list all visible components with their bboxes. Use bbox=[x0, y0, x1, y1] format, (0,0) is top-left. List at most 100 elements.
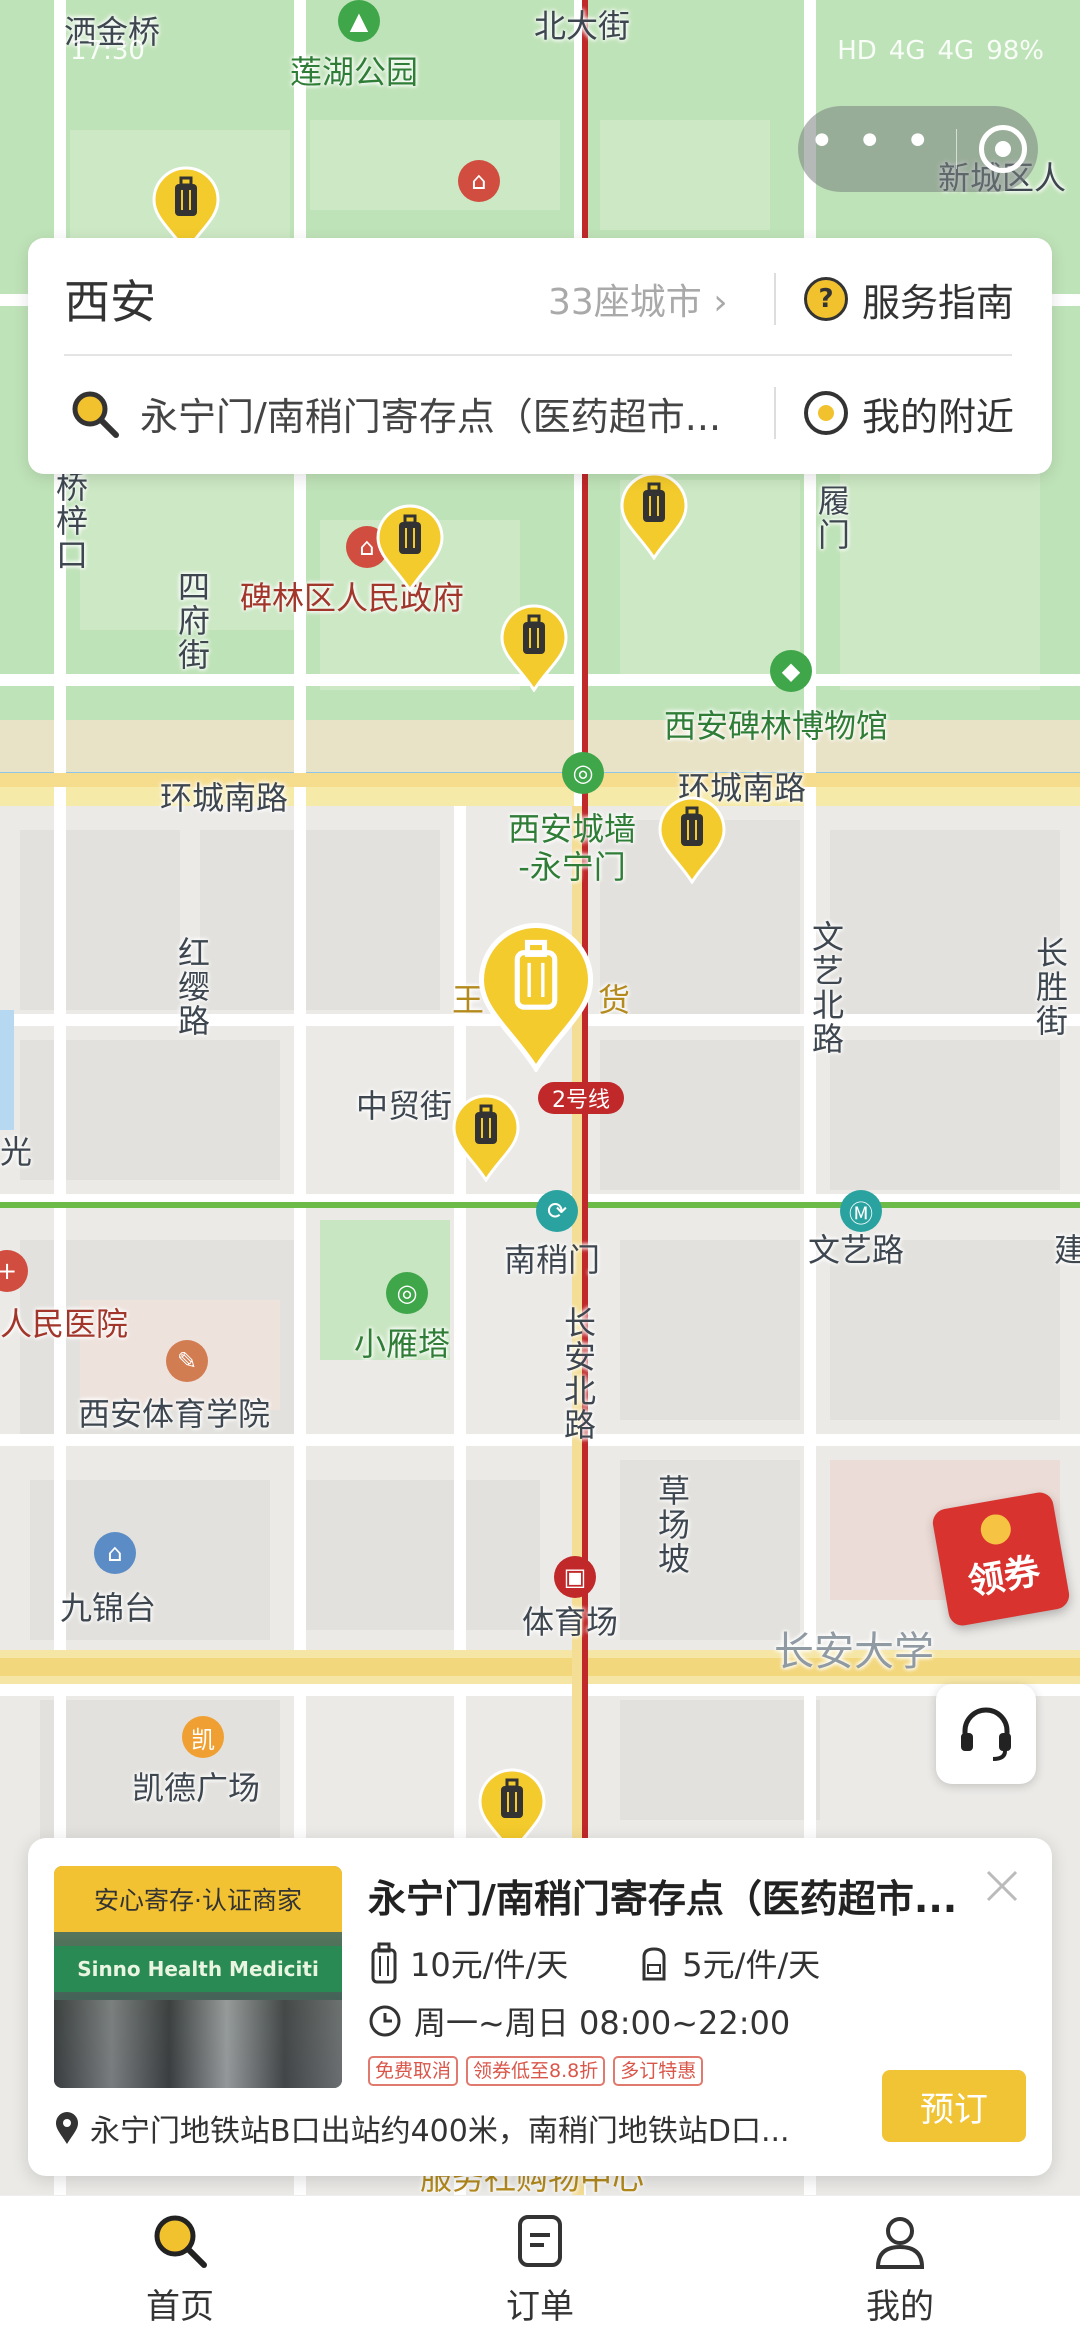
close-program-icon[interactable] bbox=[979, 125, 1028, 173]
tab-orders-label: 订单 bbox=[506, 2286, 574, 2327]
map-label-changan-uni: 长安大学 bbox=[774, 1629, 934, 1675]
map-label-wenyi-bei: 文艺北路 bbox=[807, 920, 845, 1056]
city-count-label: 33座城市 bbox=[548, 282, 702, 323]
divider bbox=[774, 273, 776, 325]
city-row: 西安 33座城市 › ? 服务指南 bbox=[28, 244, 1052, 354]
metro-station-icon: Ⓜ bbox=[840, 1190, 882, 1232]
battery-level: 98% bbox=[986, 36, 1044, 66]
metro-station-icon: ⟳ bbox=[536, 1190, 578, 1232]
signal-2: 4G bbox=[937, 36, 975, 66]
luggage-pin[interactable] bbox=[452, 1094, 520, 1183]
map-label-lumen: 履门 bbox=[813, 484, 851, 552]
locate-icon bbox=[804, 391, 848, 435]
tag-coupon: 领券低至8.8折 bbox=[466, 2056, 606, 2086]
map-label-caochangpo: 草场坡 bbox=[653, 1474, 691, 1576]
residential-icon: ⌂ bbox=[94, 1532, 136, 1574]
map-label-changsheng: 长胜街 bbox=[1031, 936, 1069, 1038]
search-icon bbox=[72, 391, 119, 438]
price-row: 10元/件/天 5元/件/天 bbox=[368, 1940, 888, 1986]
nearby-label: 我的附近 bbox=[862, 394, 1015, 439]
luggage-pin[interactable] bbox=[376, 504, 444, 593]
map-label-sifujie: 四府街 bbox=[173, 570, 211, 672]
certified-badge: 安心寄存·认证商家 bbox=[54, 1866, 342, 1932]
map-label-changan-bei: 长安北路 bbox=[559, 1306, 597, 1442]
government-icon: ⌂ bbox=[458, 160, 500, 202]
divider bbox=[64, 354, 1012, 356]
chevron-right-icon: › bbox=[713, 282, 728, 323]
store-name: 永宁门/南稍门寄存点（医药超市... bbox=[368, 1877, 958, 1921]
metro-station-icon: ▣ bbox=[554, 1556, 596, 1598]
status-time: 17:30 bbox=[70, 36, 145, 66]
map-label-xiaoyanta: 小雁塔 bbox=[354, 1325, 451, 1363]
bag-price-label: 5元/件/天 bbox=[682, 1946, 821, 1984]
store-card[interactable]: 安心寄存·认证商家 Sinno Health Mediciti 永宁门/南稍门寄… bbox=[28, 1838, 1052, 2176]
map-label-sports-college: 西安体育学院 bbox=[78, 1395, 271, 1433]
search-card: 西安 33座城市 › ? 服务指南 永宁门/南稍门寄存点（医药超市... 我的附… bbox=[28, 238, 1052, 474]
selected-luggage-pin[interactable] bbox=[476, 922, 596, 1074]
service-guide-button[interactable]: ? 服务指南 bbox=[804, 272, 1014, 327]
address-row[interactable]: 永宁门地铁站B口出站约400米，南稍门地铁站D口... bbox=[54, 2106, 884, 2150]
signal-1: 4G bbox=[888, 36, 926, 66]
book-button[interactable]: 预订 bbox=[882, 2070, 1026, 2142]
map-label-nanshaomen: 南稍门 bbox=[504, 1241, 601, 1279]
storefront-image bbox=[54, 2000, 342, 2088]
search-input[interactable]: 永宁门/南稍门寄存点（医药超市... bbox=[140, 386, 800, 441]
customer-service-button[interactable] bbox=[936, 1684, 1036, 1784]
question-icon: ? bbox=[804, 277, 848, 321]
luggage-price: 10元/件/天 bbox=[368, 1940, 568, 1986]
status-icons: HD 4G 4G 98% bbox=[837, 36, 1044, 66]
backpack-icon bbox=[642, 1947, 666, 1981]
museum-icon: ◆ bbox=[770, 650, 812, 692]
tag-free-cancel: 免费取消 bbox=[368, 2056, 459, 2086]
scenic-spot-icon: ◎ bbox=[562, 752, 604, 794]
map-label-huo: 货 bbox=[598, 981, 631, 1019]
nearby-button[interactable]: 我的附近 bbox=[804, 386, 1014, 441]
map-label-jiujintai: 九锦台 bbox=[60, 1589, 157, 1627]
map-label-hospital: 人民医院 bbox=[0, 1305, 129, 1343]
tab-home-label: 首页 bbox=[146, 2286, 214, 2327]
luggage-pin[interactable] bbox=[620, 472, 688, 561]
map-label-jian: 建 bbox=[1054, 1231, 1080, 1269]
divider bbox=[774, 387, 776, 439]
location-pin-icon bbox=[56, 2112, 78, 2144]
map-label-beilin-museum: 西安碑林博物馆 bbox=[664, 707, 889, 745]
map-label-guang: 光 bbox=[0, 1133, 33, 1171]
search-row: 永宁门/南稍门寄存点（医药超市... 我的附近 bbox=[28, 358, 1052, 468]
school-icon: ✎ bbox=[166, 1340, 208, 1382]
tab-mine-label: 我的 bbox=[866, 2286, 934, 2327]
coupon-button[interactable]: 领券 bbox=[930, 1490, 1072, 1628]
map-label-kaide: 凯德广场 bbox=[132, 1769, 261, 1807]
more-menu-icon[interactable]: • • • bbox=[809, 120, 935, 164]
map-label-tiyuchang: 体育场 bbox=[522, 1603, 619, 1641]
mini-program-capsule: • • • bbox=[798, 106, 1038, 192]
tab-home[interactable]: 首页 bbox=[0, 2196, 360, 2340]
store-photo[interactable]: 安心寄存·认证商家 Sinno Health Mediciti bbox=[54, 1866, 342, 2088]
status-bar: 17:30 HD 4G 4G 98% bbox=[0, 30, 1080, 80]
map-label-qiaozi: 桥梓口 bbox=[51, 470, 89, 572]
mall-icon: 凯 bbox=[182, 1716, 224, 1758]
map-label-city-wall: 西安城墙 -永宁门 bbox=[508, 810, 637, 887]
city-name[interactable]: 西安 bbox=[64, 266, 156, 332]
clock-icon bbox=[369, 2005, 401, 2037]
map-label-huancheng-nan-left: 环城南路 bbox=[160, 779, 289, 817]
user-icon bbox=[875, 2216, 925, 2269]
luggage-pin[interactable] bbox=[500, 604, 568, 693]
tab-orders[interactable]: 订单 bbox=[360, 2196, 720, 2340]
headset-icon bbox=[961, 1707, 1011, 1761]
capsule-divider bbox=[956, 129, 958, 169]
suitcase-icon bbox=[371, 1942, 397, 1984]
map-label-wenyi-lu: 文艺路 bbox=[808, 1231, 905, 1269]
tags-row: 免费取消 领券低至8.8折 多订特惠 bbox=[368, 2056, 704, 2086]
hours-label: 周一~周日 08:00~22:00 bbox=[414, 2004, 791, 2042]
bottom-nav: 首页 订单 我的 bbox=[0, 2195, 1080, 2340]
luggage-pin[interactable] bbox=[658, 796, 726, 885]
store-signboard: Sinno Health Mediciti bbox=[54, 1946, 342, 1992]
search-icon bbox=[154, 2215, 207, 2268]
city-switch[interactable]: 33座城市 › bbox=[548, 273, 728, 325]
service-guide-label: 服务指南 bbox=[862, 280, 1015, 325]
tab-mine[interactable]: 我的 bbox=[720, 2196, 1080, 2340]
metro-line-badge: 2号线 bbox=[538, 1082, 624, 1114]
network-type: HD bbox=[837, 36, 877, 66]
close-icon[interactable] bbox=[978, 1862, 1026, 1910]
hours-row: 周一~周日 08:00~22:00 bbox=[368, 1998, 790, 2044]
